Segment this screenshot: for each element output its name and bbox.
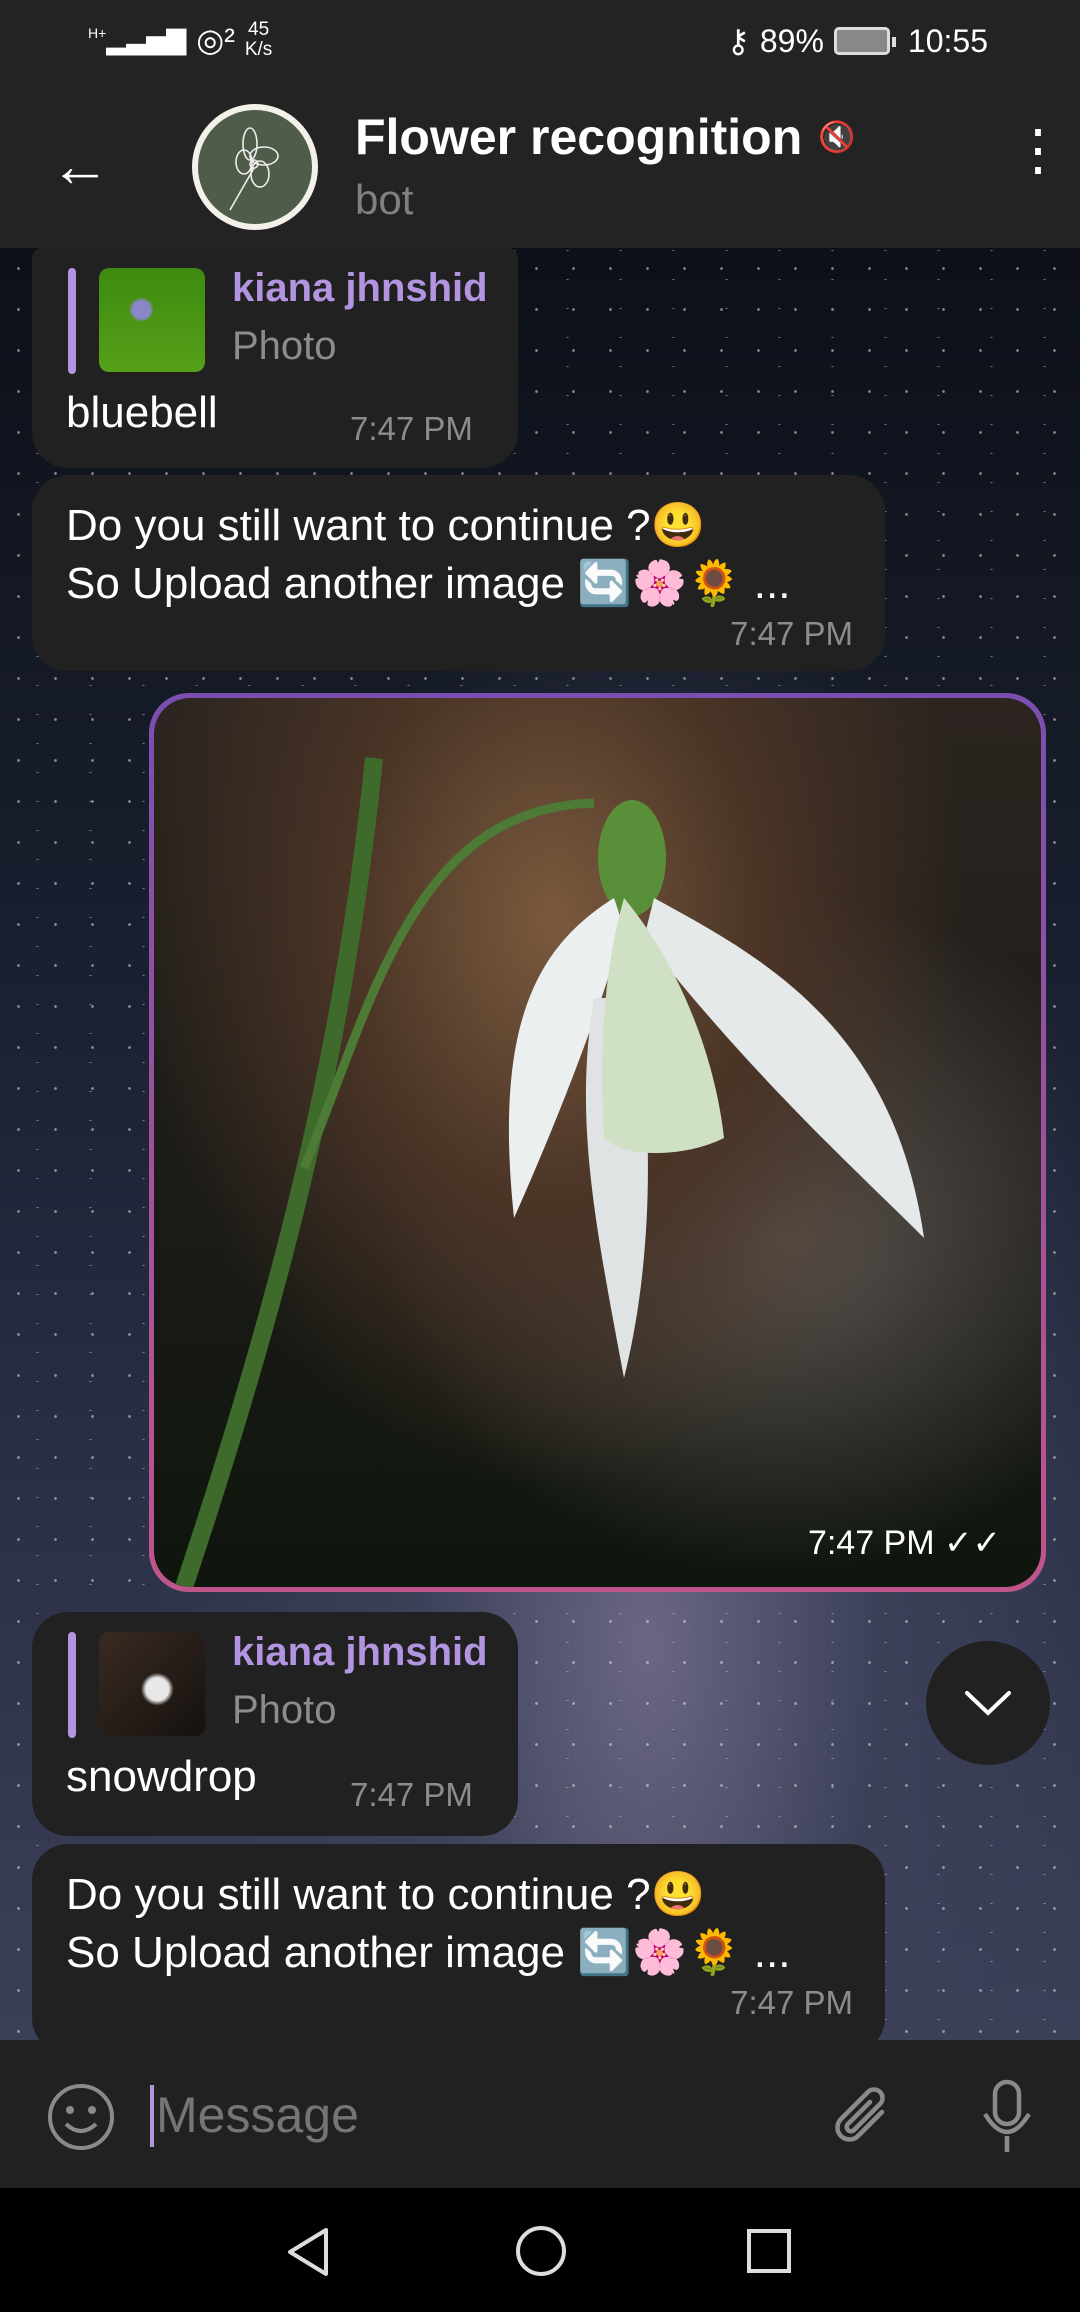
net-speed: 45 [248, 19, 270, 40]
more-options-icon[interactable]: ⋮ [1010, 122, 1066, 178]
message-time: 7:47 PM [350, 1776, 473, 1813]
reply-quote-bar [68, 1632, 76, 1738]
battery-icon [833, 27, 896, 55]
chat-subtitle: bot [355, 176, 414, 223]
reply-sender: kiana jhnshid [232, 266, 488, 310]
message-time: 7:47 PM [730, 1984, 853, 2021]
message-text: snowdrop [66, 1752, 257, 1801]
attach-icon[interactable] [832, 2084, 896, 2150]
photo-message[interactable]: 7:47 PM ✓✓ [149, 693, 1046, 1592]
flower-line-icon [229, 127, 279, 211]
message-line: So Upload another image 🔄🌸🌻 ... [66, 559, 791, 608]
message-text: bluebell [66, 388, 218, 437]
reply-sender: kiana jhnshid [232, 1630, 488, 1674]
reply-media-type: Photo [232, 1688, 337, 1732]
message-bubble[interactable]: Do you still want to continue ?😃 So Uploa… [32, 475, 885, 671]
reply-media-type: Photo [232, 324, 337, 368]
microphone-icon[interactable] [980, 2078, 1034, 2156]
snowdrop-image [175, 757, 924, 1587]
vpn-key-icon: ⚷ [726, 23, 750, 59]
message-bubble[interactable]: kiana jhnshid Photo snowdrop 7:47 PM [32, 1612, 518, 1836]
photo-meta: 7:47 PM ✓✓ [808, 1523, 1001, 1563]
back-arrow-icon[interactable]: ← [50, 136, 110, 196]
chat-title: Flower recognition [355, 109, 803, 165]
message-line: So Upload another image 🔄🌸🌻 ... [66, 1928, 791, 1977]
clock: 10:55 [907, 22, 988, 59]
snowdrop-photo[interactable]: 7:47 PM ✓✓ [154, 698, 1041, 1587]
chat-area[interactable]: kiana jhnshid Photo bluebell 7:47 PM Do … [0, 248, 1080, 2040]
reply-thumbnail[interactable] [99, 268, 205, 372]
scroll-down-button[interactable] [926, 1641, 1050, 1765]
chevron-down-icon [965, 1691, 1011, 1716]
message-bubble[interactable]: Do you still want to continue ?😃 So Uploa… [32, 1844, 885, 2040]
text-cursor [150, 2085, 154, 2147]
message-bubble[interactable]: kiana jhnshid Photo bluebell 7:47 PM [32, 248, 518, 468]
double-check-icon: ✓✓ [944, 1524, 1001, 1562]
system-navigation-bar [0, 2188, 1080, 2312]
message-time: 7:47 PM [730, 615, 853, 652]
nav-home-icon[interactable] [514, 2224, 568, 2278]
nav-recents-icon[interactable] [746, 2228, 792, 2274]
avatar[interactable] [192, 104, 318, 230]
message-composer [0, 2040, 1080, 2188]
chat-header: ← Flower recognition 🔇 bot ⋮ [0, 84, 1080, 248]
message-line: Do you still want to continue ?😃 [66, 501, 706, 550]
message-line: Do you still want to continue ?😃 [66, 1870, 706, 1919]
muted-icon: 🔇 [818, 121, 856, 154]
hotspot-icon: ◎² [196, 22, 235, 58]
message-time: 7:47 PM [350, 410, 473, 447]
network-type: H+ [88, 24, 107, 41]
signal-icon: H+▂▃▅▇ [88, 24, 187, 55]
nav-back-icon[interactable] [284, 2226, 332, 2278]
status-bar: H+▂▃▅▇ ◎² 45 K/s ⚷ 89% 10:55 [0, 0, 1080, 84]
reply-quote-bar [68, 268, 76, 374]
message-input[interactable] [156, 2080, 796, 2150]
reply-thumbnail[interactable] [99, 1632, 205, 1736]
message-time: 7:47 PM [807, 1524, 935, 1562]
net-speed-unit: K/s [244, 39, 273, 60]
emoji-icon[interactable] [46, 2082, 116, 2152]
battery-percent: 89% [759, 22, 824, 59]
